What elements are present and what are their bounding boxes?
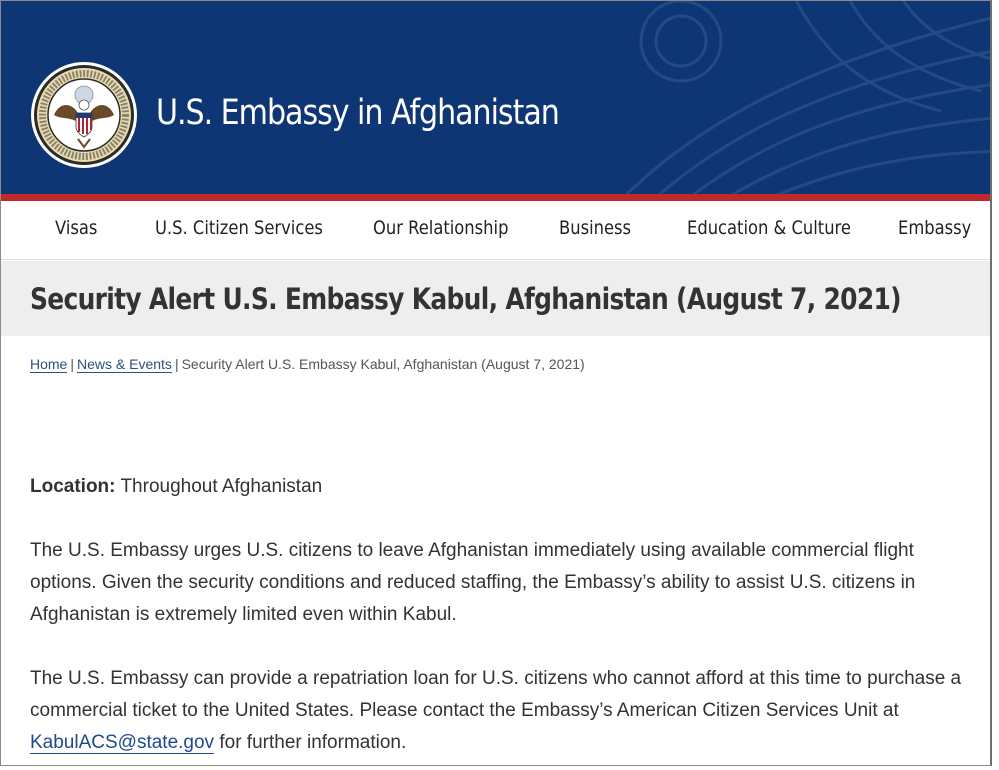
- nav-item-us-citizen-services[interactable]: U.S. Citizen Services: [155, 217, 323, 239]
- paragraph-2-tail: for further information.: [219, 732, 407, 753]
- email-link[interactable]: KabulACS@state.gov: [30, 732, 215, 754]
- paragraph-1: The U.S. Embassy urges U.S. citizens to …: [30, 540, 916, 625]
- breadcrumb-separator: |: [70, 356, 74, 372]
- breadcrumb: Home | News & Events | Security Alert U.S. E…: [30, 356, 585, 373]
- page-title: Security Alert U.S. Embassy Kabul, Afgha…: [30, 282, 902, 316]
- paragraph-2: The U.S. Embassy can provide a repatriat…: [30, 663, 975, 759]
- nav-item-visas[interactable]: Visas: [55, 217, 97, 239]
- article-body: Location: Throughout Afghanistan The U.S…: [30, 471, 975, 765]
- main-nav: Visas U.S. Citizen Services Our Relation…: [1, 201, 990, 260]
- breadcrumb-news-events-link[interactable]: News & Events: [77, 356, 172, 373]
- location-line: Location: Throughout Afghanistan: [30, 471, 975, 503]
- nav-item-business[interactable]: Business: [559, 217, 631, 239]
- department-of-state-seal-icon: [31, 62, 137, 168]
- browser-viewport: U.S. Embassy in Afghanistan Visas U.S. C…: [0, 0, 992, 766]
- header-accent-bar: [1, 194, 990, 201]
- eagle-wing-watermark-icon: [624, 1, 990, 194]
- breadcrumb-current: Security Alert U.S. Embassy Kabul, Afgha…: [181, 356, 585, 372]
- breadcrumb-separator: |: [174, 356, 179, 372]
- page-title-band: Security Alert U.S. Embassy Kabul, Afgha…: [1, 261, 990, 336]
- nav-item-embassy[interactable]: Embassy: [898, 217, 971, 239]
- location-label: Location:: [30, 476, 116, 497]
- paragraph-2-text: The U.S. Embassy can provide a repatriat…: [30, 668, 962, 721]
- location-value: Throughout Afghanistan: [120, 476, 323, 497]
- site-title[interactable]: U.S. Embassy in Afghanistan: [156, 93, 560, 133]
- site-header: U.S. Embassy in Afghanistan: [1, 1, 990, 194]
- nav-item-education-culture[interactable]: Education & Culture: [687, 217, 851, 239]
- breadcrumb-home-link[interactable]: Home: [30, 356, 68, 373]
- nav-item-our-relationship[interactable]: Our Relationship: [373, 217, 508, 239]
